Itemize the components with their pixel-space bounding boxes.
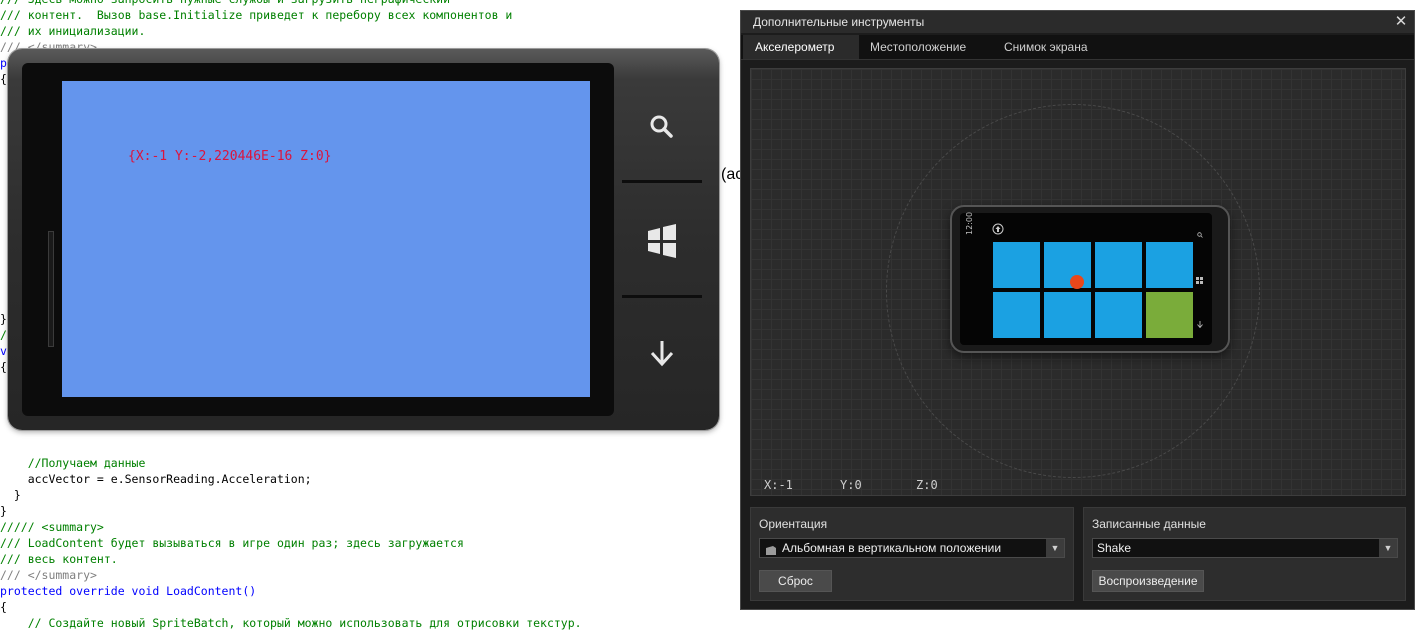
start-hardware-button[interactable] [622,185,702,297]
close-icon[interactable]: ✕ [1394,11,1408,33]
phone-orientation-icon [765,543,776,555]
accelerometer-readout-text: {X:-1 Y:-2,220446E-16 Z:0} [128,149,332,164]
code-line: } [0,504,7,518]
phone-model-screen: 12:00 [960,211,1212,345]
recorded-data-label: Записанные данные [1092,517,1206,531]
code-line: /// </summary> [0,568,97,582]
search-icon [1197,231,1203,240]
back-arrow-icon [650,341,674,367]
recorded-data-dropdown[interactable]: Shake ▼ [1092,538,1398,558]
tab-location[interactable]: Местоположение [858,35,978,59]
search-hardware-button[interactable] [622,71,702,183]
tab-bar: Акселерометр Местоположение Снимок экран… [741,35,1414,60]
z-readout: Z:0 [916,478,938,492]
start-tile [1095,242,1142,288]
orientation-selected: Альбомная в вертикальном положении [782,541,1002,555]
chevron-down-icon: ▼ [1379,539,1397,557]
start-tile [1095,292,1142,338]
phone-screen[interactable] [62,81,590,397]
windows-logo-icon [1196,277,1203,286]
search-icon [650,115,673,138]
code-line: /// их инициализации. [0,24,146,38]
code-line: } [0,312,7,326]
back-arrow-icon [1197,321,1203,330]
start-tile [993,292,1040,338]
code-line: protected override void LoadContent() [0,584,257,598]
code-line: /// весь контент. [0,552,118,566]
code-line: // Создайте новый SpriteBatch, который м… [0,616,582,630]
title-bar[interactable]: Дополнительные инструменты ✕ [741,11,1414,33]
recorded-data-panel: Записанные данные Shake ▼ Воспроизведени… [1083,507,1406,601]
phone-model[interactable]: 12:00 [950,205,1230,353]
x-readout: X:-1 [764,478,793,492]
button-divider [622,180,702,183]
window-title: Дополнительные инструменты [753,15,925,29]
y-readout: Y:0 [840,478,862,492]
start-tile [993,242,1040,288]
windows-logo-icon [648,224,676,258]
orientation-panel: Ориентация Альбомная в вертикальном поло… [750,507,1074,601]
tab-screenshot[interactable]: Снимок экрана [992,35,1100,59]
start-tile-green [1146,292,1193,338]
code-line: ///// <summary> [0,520,104,534]
orientation-dropdown[interactable]: Альбомная в вертикальном положении ▼ [759,538,1065,558]
accelerometer-3d-view: 12:00 X:-1 Y:0 Z:0 [750,68,1406,496]
start-tile [1146,242,1193,288]
code-line: //Получаем данные [0,456,146,470]
additional-tools-window: Дополнительные инструменты ✕ Акселеромет… [740,10,1415,610]
code-line: { [0,360,7,374]
mini-clock: 12:00 [965,211,974,235]
chevron-down-icon: ▼ [1046,539,1064,557]
start-tile [1044,292,1091,338]
code-line: { [0,600,7,614]
accelerometer-drag-handle[interactable] [1070,275,1084,289]
playback-button[interactable]: Воспроизведение [1092,570,1204,592]
phone-side-slot [48,231,54,347]
code-line: /// Здесь можно запросить нужные службы … [0,0,450,7]
code-line: /// контент. Вызов base.Initialize приве… [0,8,513,22]
back-hardware-button[interactable] [622,297,702,409]
reset-button[interactable]: Сброс [759,570,832,592]
tab-accelerometer[interactable]: Акселерометр [743,35,859,59]
code-line: } [0,488,21,502]
code-line: accVector = e.SensorReading.Acceleration… [0,472,312,486]
orientation-label: Ориентация [759,517,828,531]
code-line: /// LoadContent будет вызываться в игре … [0,536,464,550]
code-line: { [0,72,7,86]
recorded-data-selected: Shake [1097,541,1132,555]
upload-icon [992,223,1004,237]
